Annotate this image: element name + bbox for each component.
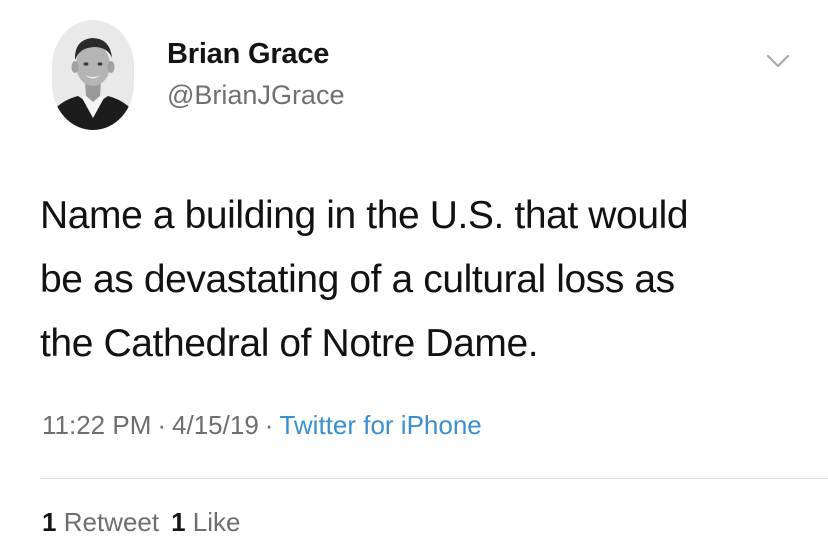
profile-photo-icon bbox=[52, 20, 134, 130]
tweet-time[interactable]: 11:22 PM bbox=[42, 410, 151, 440]
meta-separator: · bbox=[157, 410, 167, 440]
tweet-stats: 1 Retweet 1 Like bbox=[42, 507, 241, 538]
tweet-card: Brian Grace @BrianJGrace Name a building… bbox=[0, 0, 828, 555]
user-handle[interactable]: @BrianJGrace bbox=[167, 80, 344, 111]
tweet-text-line: Name a building in the U.S. that would bbox=[40, 194, 689, 237]
tweet-meta: 11:22 PM · 4/15/19 · Twitter for iPhone bbox=[42, 410, 482, 441]
tweet-date[interactable]: 4/15/19 bbox=[172, 410, 259, 440]
avatar[interactable] bbox=[52, 20, 134, 130]
tweet-text: Name a building in the U.S. that would b… bbox=[40, 184, 800, 376]
likes-count: 1 bbox=[171, 507, 186, 537]
tweet-source-link[interactable]: Twitter for iPhone bbox=[279, 410, 481, 440]
likes-stat[interactable]: 1 Like bbox=[171, 507, 240, 537]
retweets-stat[interactable]: 1 Retweet bbox=[42, 507, 159, 537]
tweet-header: Brian Grace @BrianJGrace bbox=[0, 0, 828, 140]
retweets-label: Retweet bbox=[63, 507, 160, 537]
chevron-down-icon[interactable] bbox=[760, 46, 796, 76]
tweet-text-line: be as devastating of a cultural loss as bbox=[40, 258, 675, 301]
retweets-count: 1 bbox=[42, 507, 57, 537]
meta-separator: · bbox=[264, 410, 274, 440]
tweet-text-line: the Cathedral of Notre Dame. bbox=[40, 322, 539, 365]
likes-label: Like bbox=[192, 507, 241, 537]
divider bbox=[40, 478, 828, 479]
display-name[interactable]: Brian Grace bbox=[167, 38, 329, 71]
